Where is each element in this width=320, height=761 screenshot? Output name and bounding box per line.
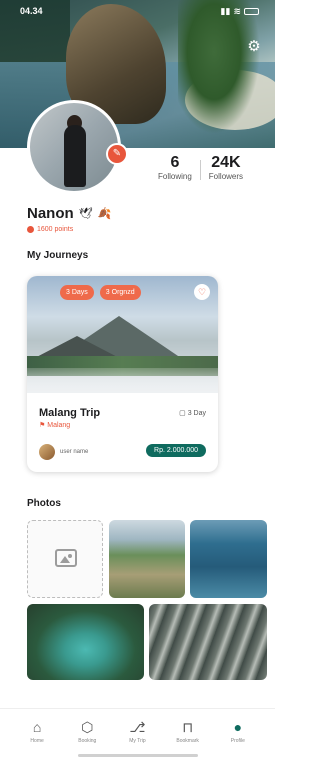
home-icon: ⌂ bbox=[32, 719, 42, 735]
followers-label: Followers bbox=[208, 172, 244, 181]
status-bar: 04.34 ▮▮ ≋ bbox=[20, 6, 259, 17]
trip-location: ⚑ Malang bbox=[39, 422, 71, 429]
add-photo-button[interactable] bbox=[27, 520, 103, 598]
status-time: 04.34 bbox=[20, 6, 43, 16]
photos-grid bbox=[27, 520, 267, 680]
battery-icon bbox=[244, 8, 259, 15]
photo-item[interactable] bbox=[27, 604, 144, 680]
points-text: 1600 points bbox=[37, 226, 74, 233]
nav-profile[interactable]: ● Profile bbox=[218, 719, 258, 761]
stats-divider bbox=[199, 160, 201, 180]
owner-avatar bbox=[39, 444, 55, 460]
profile-name-row: Nanon 🕊 🍂 bbox=[27, 205, 111, 222]
price-badge: Rp. 2.000.000 bbox=[146, 444, 206, 457]
profile-icon: ● bbox=[233, 719, 243, 735]
calendar-icon: ▢ bbox=[179, 410, 186, 417]
organized-chip: 3 Orgnzd bbox=[99, 285, 141, 300]
photos-title: Photos bbox=[27, 498, 61, 509]
photo-item[interactable] bbox=[109, 520, 185, 598]
journeys-title: My Journeys bbox=[27, 250, 89, 261]
nav-label: Bookmark bbox=[176, 738, 199, 744]
days-chip: 3 Days bbox=[60, 285, 94, 300]
image-icon bbox=[55, 549, 77, 567]
following-label: Following bbox=[158, 172, 192, 181]
points-icon bbox=[27, 226, 34, 233]
nav-label: My Trip bbox=[129, 738, 146, 744]
pencil-icon: ✎ bbox=[112, 148, 122, 159]
nav-label: Profile bbox=[230, 738, 245, 744]
signal-icon: ▮▮ bbox=[220, 6, 231, 16]
nav-label: Home bbox=[30, 738, 44, 744]
trip-days: ▢ 3 Day bbox=[179, 410, 206, 417]
points-row: 1600 points bbox=[27, 226, 73, 233]
journey-chips: 3 Days 3 Orgnzd bbox=[60, 285, 141, 300]
journey-card[interactable]: 3 Days 3 Orgnzd ♡ Malang Trip ⚑ Malang ▢… bbox=[27, 276, 218, 472]
followers-count: 24K bbox=[211, 154, 241, 171]
home-indicator bbox=[78, 754, 198, 757]
profile-name: Nanon bbox=[27, 205, 74, 222]
following-count: 6 bbox=[170, 154, 180, 171]
gear-icon: ⚙ bbox=[247, 38, 261, 55]
profile-stats: 6 Following 24K Followers bbox=[158, 154, 243, 181]
trip-title: Malang Trip bbox=[39, 407, 101, 419]
like-button[interactable]: ♡ bbox=[194, 284, 210, 300]
nav-label: Booking bbox=[78, 738, 97, 744]
settings-button[interactable]: ⚙ bbox=[245, 38, 263, 56]
heart-icon: ♡ bbox=[197, 287, 207, 297]
owner-name: user name bbox=[60, 449, 89, 455]
trip-icon: ⎇ bbox=[129, 719, 146, 735]
followers-stat[interactable]: 24K Followers bbox=[209, 154, 243, 181]
bird-badge-icon: 🕊 bbox=[78, 208, 93, 220]
following-stat[interactable]: 6 Following bbox=[158, 154, 192, 181]
bookmark-icon: ⊓ bbox=[182, 719, 194, 735]
photo-item[interactable] bbox=[190, 520, 267, 598]
trip-owner: user name bbox=[39, 444, 88, 460]
location-pin-icon: ⚑ bbox=[39, 422, 46, 429]
photo-item[interactable] bbox=[149, 604, 267, 680]
wifi-icon: ≋ bbox=[233, 6, 241, 16]
leaf-badge-icon: 🍂 bbox=[97, 208, 112, 220]
nav-home[interactable]: ⌂ Home bbox=[17, 719, 57, 761]
edit-avatar-button[interactable]: ✎ bbox=[106, 143, 128, 165]
booking-icon: ⬡ bbox=[81, 719, 94, 735]
